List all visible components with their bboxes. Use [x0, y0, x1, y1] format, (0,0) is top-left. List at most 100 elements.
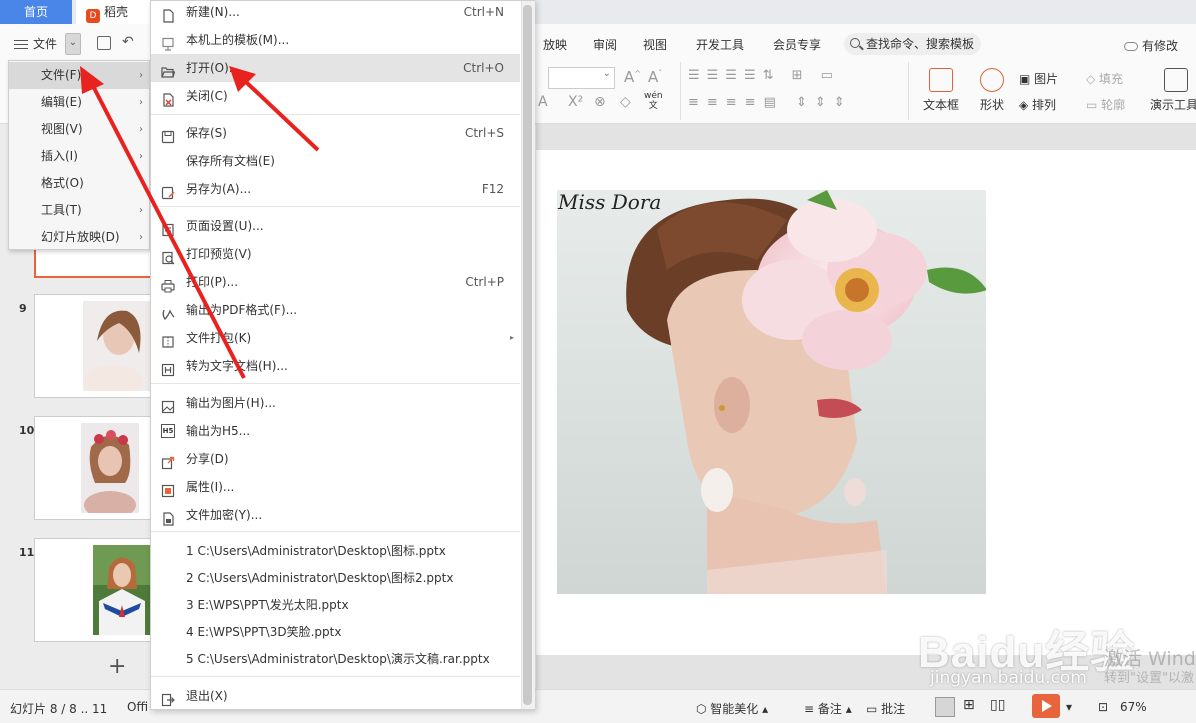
phonetic-guide-icon[interactable]: wén 文	[644, 91, 663, 111]
outline-button[interactable]: ▭ 轮廓	[1086, 96, 1125, 113]
file-menu-item[interactable]: 文件打包(K) ▸	[151, 324, 520, 352]
file-menu-item[interactable]: 打印预览(V)	[151, 240, 520, 268]
bullet-list-icons[interactable]: ☰☰☰☰⇅ ⊞ ▭	[688, 68, 840, 83]
text-box-button[interactable]: 文本框	[918, 68, 964, 113]
undo-icon[interactable]: ↶	[122, 34, 134, 50]
shrink-font-icon[interactable]: Aˇ	[648, 68, 662, 86]
tab-slideshow[interactable]: 放映	[543, 36, 567, 53]
file-menu-item[interactable]: H5 输出为H5...	[151, 417, 520, 445]
tab-member[interactable]: 会员专享	[773, 36, 821, 53]
command-search[interactable]: 查找命令、搜索模板	[844, 33, 981, 55]
notes-button[interactable]: ≡ 备注 ▴	[804, 700, 852, 717]
submenu-item[interactable]: 工具(T) ›	[9, 197, 149, 224]
menu-separator	[151, 383, 520, 384]
tab-view[interactable]: 视图	[643, 36, 667, 53]
fill-button[interactable]: ◇ 填充	[1086, 70, 1123, 87]
file-menu-button[interactable]: 文件	[14, 34, 57, 54]
file-menu-item[interactable]: 另存为(A)... F12	[151, 175, 520, 203]
menu-scrollbar-thumb[interactable]	[523, 5, 532, 705]
shortcut-label: Ctrl+N	[463, 5, 504, 19]
recent-file-item[interactable]: 2 C:\Users\Administrator\Desktop\图标2.ppt…	[151, 564, 520, 592]
watermark-url: jingyan.baidu.com	[930, 668, 1087, 688]
submenu-item-label: 文件(F)	[41, 68, 82, 82]
eraser-icon[interactable]: ◇	[620, 94, 631, 110]
export-image-icon	[161, 396, 175, 414]
smart-beautify-button[interactable]: ⬡ 智能美化 ▴	[696, 700, 768, 717]
picture-button[interactable]: ▣ 图片	[1019, 70, 1058, 87]
shortcut-label: Ctrl+P	[465, 275, 504, 289]
file-menu-item[interactable]: 输出为图片(H)...	[151, 389, 520, 417]
file-menu-item[interactable]: 关闭(C)	[151, 82, 520, 110]
submenu-item[interactable]: 格式(O)	[9, 170, 149, 197]
file-menu-item-label: 输出为PDF格式(F)...	[186, 303, 298, 317]
file-menu-item[interactable]: 新建(N)... Ctrl+N	[151, 0, 520, 26]
arrange-button[interactable]: ◈ 排列	[1019, 96, 1056, 113]
changes-status[interactable]: 有修改	[1124, 37, 1178, 54]
submenu-item[interactable]: 编辑(E) ›	[9, 89, 149, 116]
tab-developer[interactable]: 开发工具	[696, 36, 744, 53]
submenu-item[interactable]: 插入(I) ›	[9, 143, 149, 170]
file-menu-item[interactable]: 保存所有文档(E)	[151, 147, 520, 175]
slide-sorter-icon[interactable]: ⊞	[963, 697, 975, 713]
exit-icon	[161, 689, 175, 707]
slide-thumbnail-11[interactable]	[34, 538, 152, 642]
fit-window-icon[interactable]: ⊡	[1098, 700, 1108, 714]
changes-label: 有修改	[1142, 39, 1179, 53]
present-tools-button[interactable]: 演示工具	[1150, 68, 1196, 113]
tab-daoke[interactable]: D 稻壳	[76, 0, 150, 24]
superscript-icon[interactable]: X²	[568, 94, 583, 110]
zoom-level[interactable]: 67%	[1120, 700, 1147, 714]
recent-file-item[interactable]: 4 E:\WPS\PPT\3D笑脸.pptx	[151, 618, 520, 646]
slide-thumbnail-9[interactable]	[34, 294, 152, 398]
grow-font-icon[interactable]: A^	[624, 68, 641, 86]
activate-windows-hint: 转到"设置"以激	[1104, 671, 1194, 686]
submenu-item[interactable]: 幻灯片放映(D) ›	[9, 224, 149, 251]
tab-home[interactable]: 首页	[0, 0, 72, 24]
file-menu-item-label: 打开(O)...	[186, 61, 241, 75]
slide-photo[interactable]	[557, 190, 986, 594]
play-options-icon[interactable]: ▾	[1066, 700, 1072, 714]
shape-label: 形状	[979, 98, 1004, 112]
font-color-icon[interactable]: A	[538, 94, 548, 110]
file-menu-item[interactable]: 本机上的模板(M)...	[151, 26, 520, 54]
reading-view-icon[interactable]: ▯▯	[990, 697, 1005, 713]
outline-label: 轮廓	[1101, 98, 1126, 112]
save-quick-icon[interactable]	[97, 36, 111, 50]
submenu-item[interactable]: 视图(V) ›	[9, 116, 149, 143]
recent-file-item[interactable]: 5 C:\Users\Administrator\Desktop\演示文稿.ra…	[151, 645, 520, 673]
tab-daoke-label: 稻壳	[104, 5, 129, 19]
submenu-item-label: 编辑(E)	[41, 95, 82, 109]
play-slideshow-icon[interactable]	[1032, 694, 1060, 718]
clear-format-icon[interactable]: ⊗	[594, 94, 606, 110]
comments-button[interactable]: ▭ 批注	[866, 700, 905, 717]
template-icon	[161, 33, 175, 51]
file-menu-item[interactable]: 页面设置(U)...	[151, 212, 520, 240]
share-icon	[161, 452, 175, 470]
font-size-select[interactable]	[548, 67, 615, 89]
file-menu-item[interactable]: 输出为PDF格式(F)...	[151, 296, 520, 324]
file-menu-item[interactable]: 文件加密(Y)...	[151, 501, 520, 529]
file-menu-item[interactable]: 保存(S) Ctrl+S	[151, 119, 520, 147]
file-menu-item[interactable]: 分享(D)	[151, 445, 520, 473]
ribbon-separator	[680, 62, 681, 120]
slide-thumbnail-10[interactable]	[34, 416, 152, 520]
file-submenu: 文件(F) › 编辑(E) › 视图(V) › 插入(I) › 格式(O) 工具(T) › 幻灯片放映…	[8, 60, 150, 250]
daoke-logo-icon: D	[86, 9, 100, 23]
recent-file-path: 5 C:\Users\Administrator\Desktop\演示文稿.ra…	[186, 652, 490, 666]
submenu-item[interactable]: 文件(F) ›	[9, 62, 149, 89]
recent-file-item[interactable]: 1 C:\Users\Administrator\Desktop\图标.pptx	[151, 537, 520, 565]
align-icons[interactable]: ≡≡≡≡▤ ⇕⇕⇕	[688, 95, 853, 110]
shape-button[interactable]: 形状	[972, 68, 1012, 113]
file-dropdown-button[interactable]: ⌄	[65, 33, 81, 55]
file-menu-item[interactable]: 转为文字文档(H)...	[151, 352, 520, 380]
file-menu-item[interactable]: 属性(I)...	[151, 473, 520, 501]
recent-file-item[interactable]: 3 E:\WPS\PPT\发光太阳.pptx	[151, 591, 520, 619]
add-slide-button[interactable]: +	[108, 654, 126, 679]
file-menu-item[interactable]: 打开(O)... Ctrl+O	[151, 54, 520, 82]
file-menu-item[interactable]: 打印(P)... Ctrl+P	[151, 268, 520, 296]
file-menu-item[interactable]: 退出(X)	[151, 682, 520, 710]
smart-beautify-label: 智能美化	[710, 702, 759, 716]
tab-review[interactable]: 审阅	[593, 36, 617, 53]
file-menu-item-label: 新建(N)...	[186, 5, 240, 19]
normal-view-icon[interactable]	[935, 697, 955, 717]
